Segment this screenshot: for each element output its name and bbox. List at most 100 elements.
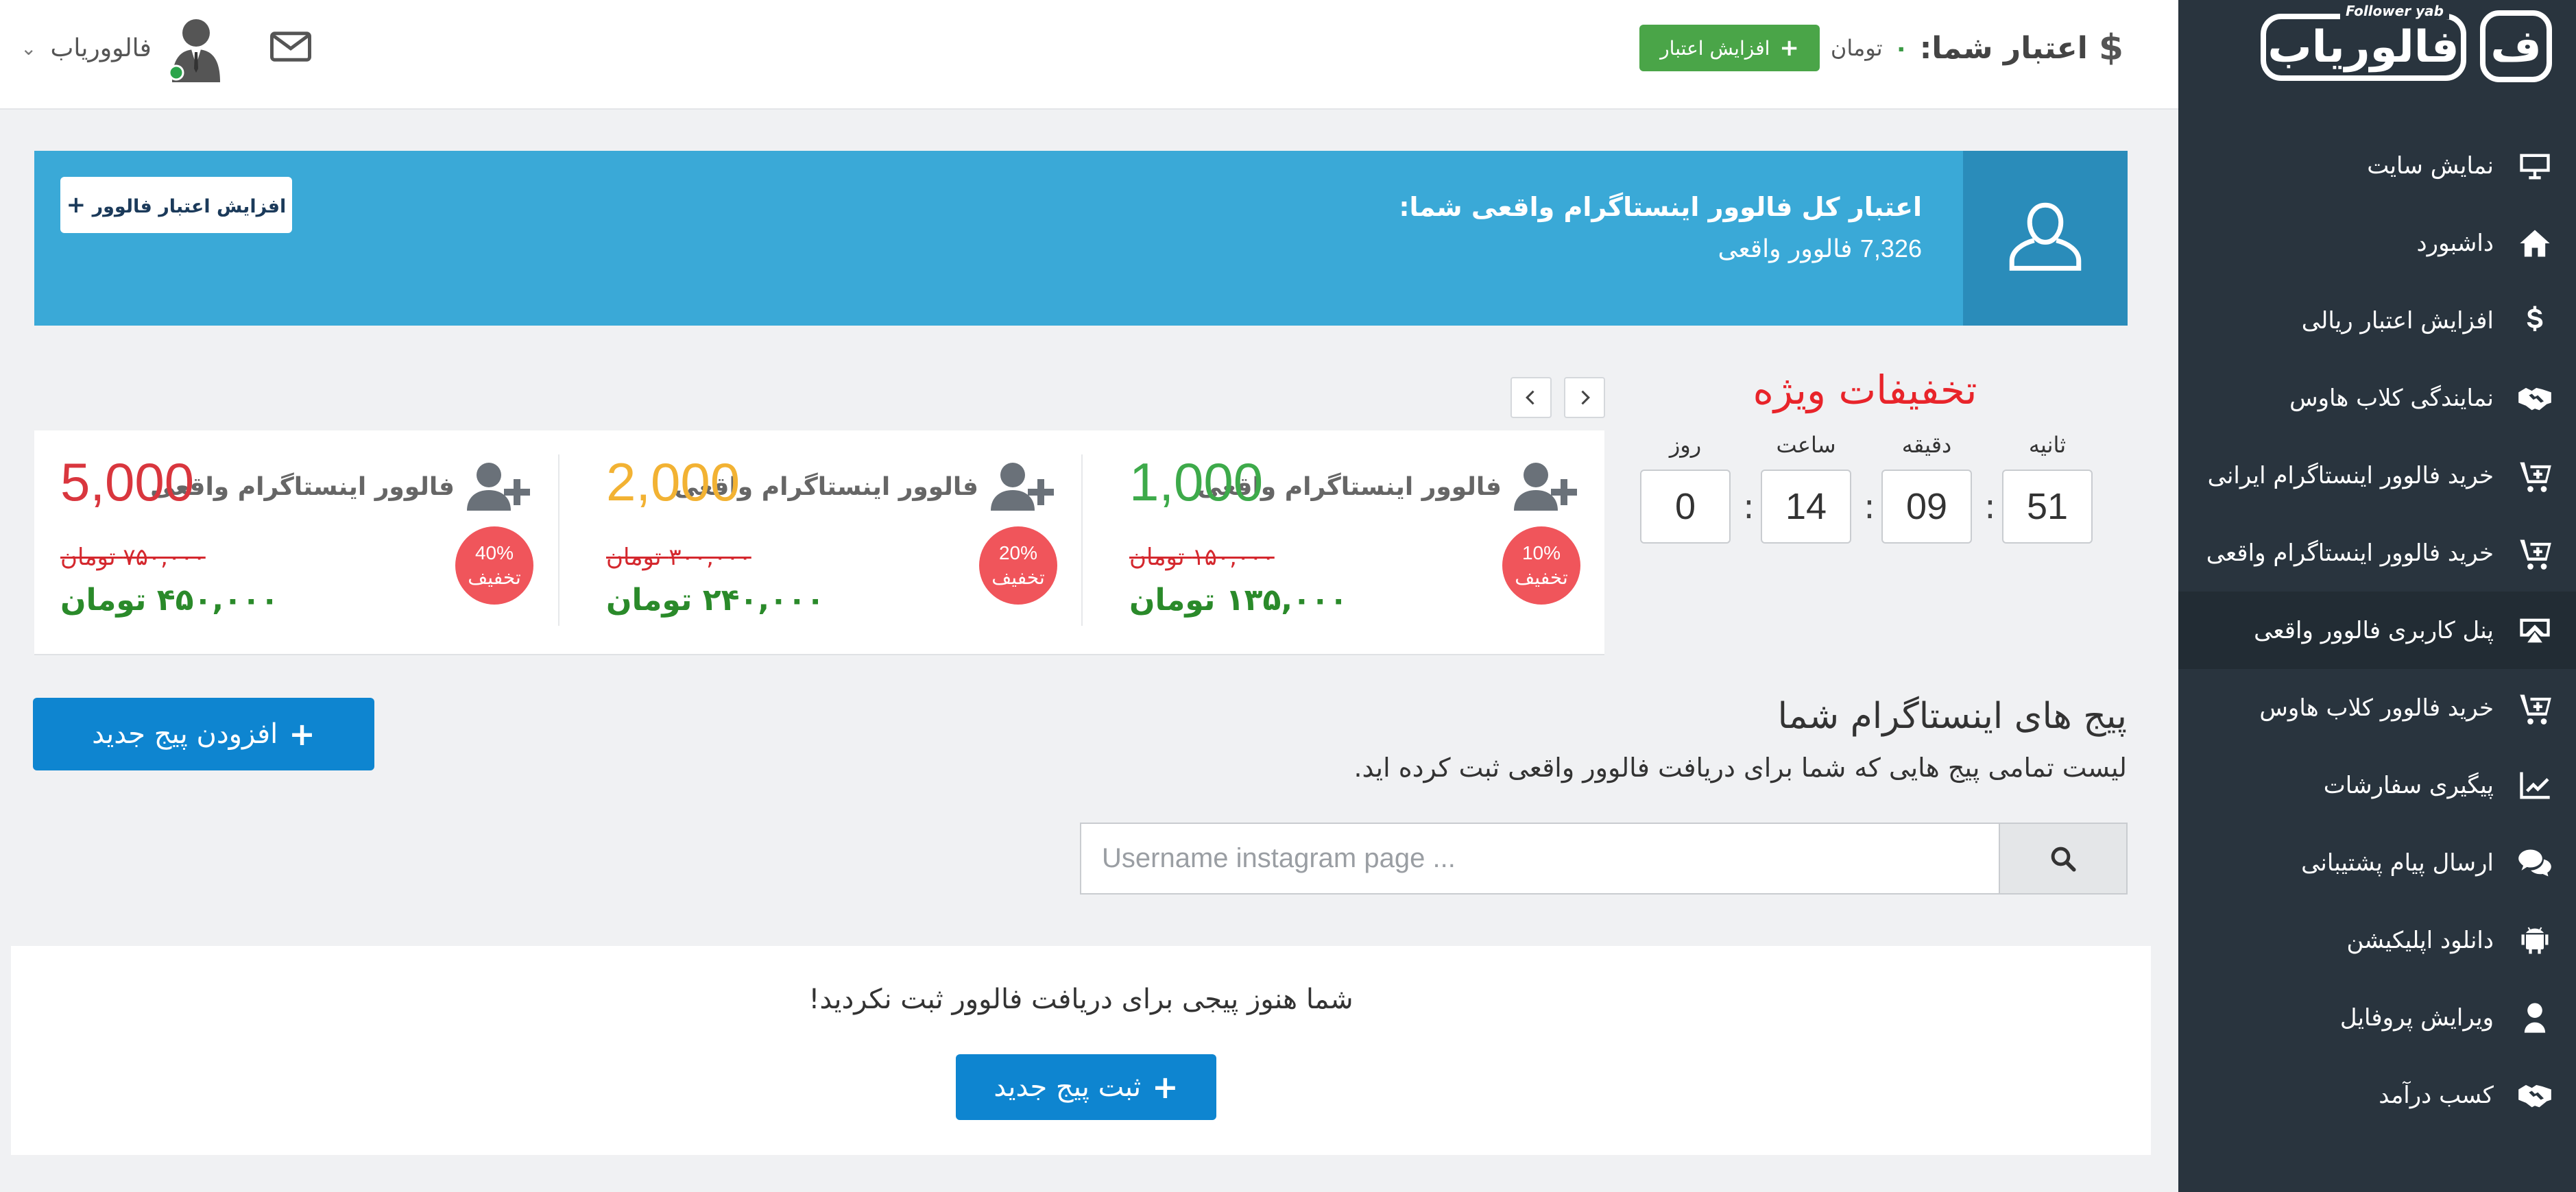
sidebar-item-label: خرید فالوور اینستاگرام واقعی [2206, 539, 2494, 567]
sidebar-item-download-app[interactable]: دانلود اپلیکیشن [2178, 901, 2576, 979]
sidebar-item-label: خرید فالوور اینستاگرام ایرانی [2207, 461, 2494, 489]
sidebar-item-earn-money[interactable]: کسب درآمد [2178, 1056, 2576, 1134]
logo-wordmark: فالوریاب [2261, 14, 2466, 81]
sidebar-item-dashboard[interactable]: داشبورد [2178, 204, 2576, 282]
sidebar-item-label: کسب درآمد [2379, 1081, 2494, 1109]
countdown-hours: 14 [1761, 470, 1851, 544]
screen-share-icon [2514, 610, 2555, 651]
sidebar-item-label: پنل کاربری فالوور واقعی [2254, 616, 2494, 644]
brand-logo[interactable]: ف فالوریاب Follower yab [2257, 3, 2552, 86]
credit-summary: $ اعتبار شما: ۰ تومان + افزایش اعتبار [1639, 25, 2123, 71]
offer-count: 1,000 [1129, 452, 1264, 512]
dollar-icon [2514, 300, 2555, 341]
search-input[interactable] [1080, 823, 1999, 895]
sidebar-item-label: پیگیری سفارشات [2323, 771, 2494, 799]
home-icon [2514, 223, 2555, 264]
user-icon [2514, 997, 2555, 1038]
sidebar-item-label: افزایش اعتبار ریالی [2301, 306, 2494, 335]
user-area: ⌄ فالووریاب [21, 14, 313, 82]
user-plus-icon [991, 463, 1054, 511]
sidebar-item-label: ارسال پیام پشتیبانی [2301, 849, 2494, 877]
offer-card[interactable]: فالوور اینستاگرام واقعی 1,000 10% تخفیف … [1081, 430, 1604, 655]
offer-name: فالوور اینستاگرام واقعی [150, 473, 455, 501]
sidebar-item-label: نمایش سایت [2367, 151, 2494, 180]
offer-count: 5,000 [60, 452, 195, 512]
sidebar-item-buy-iranian-followers[interactable]: خرید فالوور اینستاگرام ایرانی [2178, 437, 2576, 514]
offer-old-price: ۱۵۰,۰۰۰ تومان [1129, 544, 1275, 571]
chevron-down-icon: ⌄ [21, 36, 37, 60]
sidebar-item-buy-real-followers[interactable]: خرید فالوور اینستاگرام واقعی [2178, 514, 2576, 592]
countdown-timer: ثانیه 51 : دقیقه 09 : ساعت 14 : روز 0 [1639, 432, 2095, 548]
offer-count: 2,000 [606, 452, 741, 512]
cart-plus-icon [2514, 688, 2555, 729]
countdown-separator: : [1984, 487, 1996, 526]
sidebar-menu: نمایش سایت داشبورد افزایش اعتبار ریالی ن… [2178, 127, 2576, 1134]
sidebar-item-buy-clubhouse-followers[interactable]: خرید فالوور کلاب هاوس [2178, 669, 2576, 746]
cart-plus-icon [2514, 455, 2555, 496]
handshake-icon [2514, 1075, 2555, 1116]
countdown-minutes-label: دقیقه [1901, 432, 1952, 458]
user-outline-icon [1963, 151, 2128, 326]
offer-new-price: ۱۳۵,۰۰۰ تومان [1129, 583, 1348, 618]
sidebar-item-track-orders[interactable]: پیگیری سفارشات [2178, 746, 2576, 824]
plus-icon: + [66, 191, 86, 219]
carousel-next-button[interactable] [1564, 377, 1605, 418]
sidebar-item-clubhouse-agency[interactable]: نمایندگی کلاب هاوس [2178, 359, 2576, 437]
credit-unit: تومان [1830, 35, 1883, 61]
sidebar-item-rial-credit[interactable]: افزایش اعتبار ریالی [2178, 282, 2576, 359]
plus-icon: + [1779, 34, 1799, 62]
dollar-icon: $ [2098, 27, 2123, 69]
credit-value: ۰ [1893, 34, 1909, 62]
offer-old-price: ۳۰۰,۰۰۰ تومان [606, 544, 751, 571]
sidebar-item-show-site[interactable]: نمایش سایت [2178, 127, 2576, 204]
discount-badge: 20% تخفیف [979, 526, 1057, 605]
register-new-page-button[interactable]: + ثبت پیج جدید [956, 1054, 1216, 1120]
offer-card[interactable]: فالوور اینستاگرام واقعی 2,000 20% تخفیف … [558, 430, 1081, 655]
sidebar-item-label: نمایندگی کلاب هاوس [2289, 384, 2494, 412]
monitor-icon [2514, 145, 2555, 186]
countdown-hours-label: ساعت [1776, 432, 1836, 458]
offer-card[interactable]: فالوور اینستاگرام واقعی 5,000 40% تخفیف … [34, 430, 557, 655]
follower-credit-banner: اعتبار کل فالوور اینستاگرام واقعی شما: 7… [34, 151, 2128, 326]
countdown-seconds-label: ثانیه [2028, 432, 2067, 458]
avatar[interactable] [165, 14, 227, 82]
empty-pages-message: شما هنوز پیجی برای دریافت فالوور ثبت نکر… [808, 984, 1353, 1015]
banner-text: اعتبار کل فالوور اینستاگرام واقعی شما: 7… [1399, 192, 1922, 263]
increase-follower-credit-button[interactable]: + افزایش اعتبار فالوور [60, 177, 292, 233]
logo-badge: ف [2480, 10, 2552, 82]
page-search [1080, 823, 2128, 895]
user-plus-icon [467, 463, 530, 511]
logo-tagline: Follower yab [2339, 3, 2449, 19]
sidebar-item-real-follower-panel[interactable]: پنل کاربری فالوور واقعی [2178, 592, 2576, 669]
sidebar-item-label: داشبورد [2416, 229, 2494, 257]
offers-panel: فالوور اینستاگرام واقعی 1,000 10% تخفیف … [34, 430, 1604, 655]
username: فالووریاب [50, 34, 152, 62]
add-credit-button[interactable]: + افزایش اعتبار [1639, 25, 1820, 71]
carousel-prev-button[interactable] [1510, 377, 1552, 418]
topbar: $ اعتبار شما: ۰ تومان + افزایش اعتبار ⌄ … [0, 0, 2178, 110]
sidebar-item-label: خرید فالوور کلاب هاوس [2259, 694, 2494, 722]
discount-badge: 40% تخفیف [455, 526, 533, 605]
countdown-days: 0 [1640, 470, 1731, 544]
sidebar-item-support-message[interactable]: ارسال پیام پشتیبانی [2178, 824, 2576, 901]
plus-icon: + [289, 716, 315, 753]
sidebar-item-edit-profile[interactable]: ویرایش پروفایل [2178, 979, 2576, 1056]
credit-label: اعتبار شما: [1919, 30, 2088, 66]
cart-plus-icon [2514, 533, 2555, 574]
countdown-seconds: 51 [2002, 470, 2093, 544]
empty-pages-card: شما هنوز پیجی برای دریافت فالوور ثبت نکر… [11, 946, 2151, 1155]
plus-icon: + [1152, 1069, 1179, 1106]
user-menu[interactable]: ⌄ فالووریاب [21, 14, 227, 82]
offer-new-price: ۲۴۰,۰۰۰ تومان [606, 583, 825, 618]
mail-icon[interactable] [268, 24, 313, 72]
add-new-page-button[interactable]: + افزودن پیج جدید [33, 698, 374, 770]
countdown-separator: : [1864, 487, 1875, 526]
chevron-left-icon [1526, 390, 1534, 405]
handshake-icon [2514, 378, 2555, 419]
discount-badge: 10% تخفیف [1502, 526, 1580, 605]
offer-old-price: ۷۵۰,۰۰۰ تومان [60, 544, 206, 571]
android-icon [2514, 920, 2555, 961]
search-button[interactable] [1999, 823, 2128, 895]
instagram-pages-title: پیج های اینستاگرام شما [1777, 696, 2127, 737]
instagram-pages-description: لیست تمامی پیج هایی که شما برای دریافت ف… [1353, 753, 2127, 783]
